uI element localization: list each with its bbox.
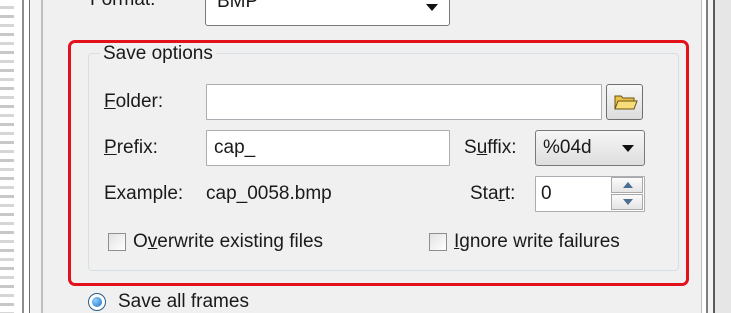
- save-all-frames-radio[interactable]: [88, 293, 106, 311]
- radio-selected-dot: [92, 297, 102, 307]
- window-frame-left: [22, 0, 24, 313]
- torn-edge: [0, 0, 14, 313]
- window-frame-left-inner: [29, 0, 43, 313]
- chevron-down-icon[interactable]: [426, 4, 438, 11]
- format-label: Format:: [90, 0, 155, 11]
- window-frame-right: [689, 0, 731, 313]
- format-value: BMP: [217, 0, 259, 12]
- save-all-frames-label: Save all frames: [118, 291, 249, 312]
- highlight-frame: [68, 40, 689, 286]
